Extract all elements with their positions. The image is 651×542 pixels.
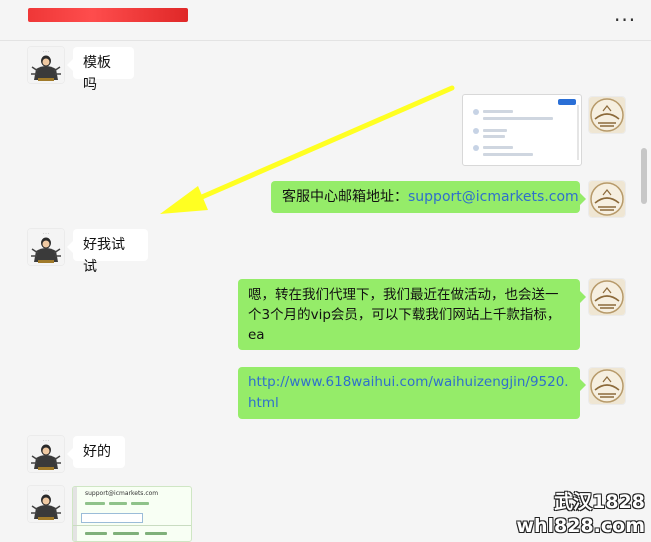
contact-avatar[interactable]: · · · bbox=[28, 229, 64, 265]
my-avatar-icon bbox=[589, 279, 625, 315]
image-email-address: support@icmarkets.com bbox=[85, 490, 159, 497]
contact-avatar[interactable]: · · · bbox=[28, 486, 64, 522]
my-avatar[interactable] bbox=[589, 279, 625, 315]
image-line bbox=[85, 502, 105, 505]
message-text: 好的 bbox=[83, 444, 111, 460]
message-text: 嗯，转在我们代理下，我们最近在做活动，也会送一个3个月的vip会员，可以下载我们… bbox=[248, 287, 561, 343]
outgoing-message-bubble[interactable]: 嗯，转在我们代理下，我们最近在做活动，也会送一个3个月的vip会员，可以下载我们… bbox=[238, 279, 586, 350]
site-watermark: 武汉1828 whl828.com bbox=[510, 490, 651, 538]
contact-avatar-icon: · · · bbox=[28, 229, 64, 265]
image-line bbox=[85, 532, 107, 535]
watermark-line1: 武汉1828 bbox=[554, 491, 645, 513]
image-line bbox=[113, 532, 139, 535]
image-divider bbox=[73, 525, 191, 526]
watermark-line2: whl828.com bbox=[516, 515, 645, 537]
incoming-image-message[interactable]: support@icmarkets.com bbox=[72, 486, 192, 542]
contact-avatar-icon: · · · bbox=[28, 486, 64, 522]
my-avatar-icon bbox=[589, 368, 625, 404]
my-avatar[interactable] bbox=[589, 368, 625, 404]
image-sidebar-mark bbox=[73, 487, 77, 541]
contact-avatar-icon: · · · bbox=[28, 436, 64, 472]
svg-text:· · ·: · · · bbox=[43, 231, 49, 236]
contact-avatar[interactable]: · · · bbox=[28, 436, 64, 472]
incoming-message-bubble[interactable]: 好的 bbox=[67, 436, 125, 468]
image-line bbox=[131, 502, 149, 505]
svg-text:· · ·: · · · bbox=[43, 488, 49, 493]
svg-text:· · ·: · · · bbox=[43, 438, 49, 443]
image-line bbox=[109, 502, 127, 505]
url-link[interactable]: http://www.618waihui.com/waihuizengjin/9… bbox=[248, 374, 569, 411]
image-input-mark bbox=[81, 513, 143, 523]
image-line bbox=[145, 532, 167, 535]
incoming-message-bubble[interactable]: 好我试试 bbox=[67, 229, 148, 275]
outgoing-message-bubble[interactable]: http://www.618waihui.com/waihuizengjin/9… bbox=[238, 367, 586, 419]
